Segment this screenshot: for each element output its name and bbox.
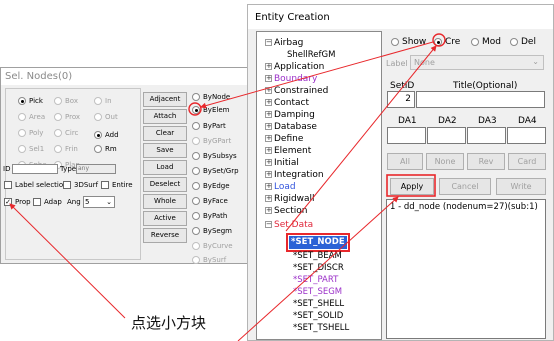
arrow-to-prop-checkbox [9, 203, 126, 319]
arrow-setnode-to-cre [285, 45, 437, 232]
highlight-apply-box [386, 174, 436, 197]
highlight-cre-circle [432, 33, 446, 47]
annotation-text: 点选小方块 [131, 314, 207, 332]
arrow-to-apply [237, 196, 399, 341]
arrow-cre-to-byelem [200, 41, 434, 109]
highlight-byelem-circle [188, 102, 202, 116]
annotation-overlay [9, 33, 446, 341]
